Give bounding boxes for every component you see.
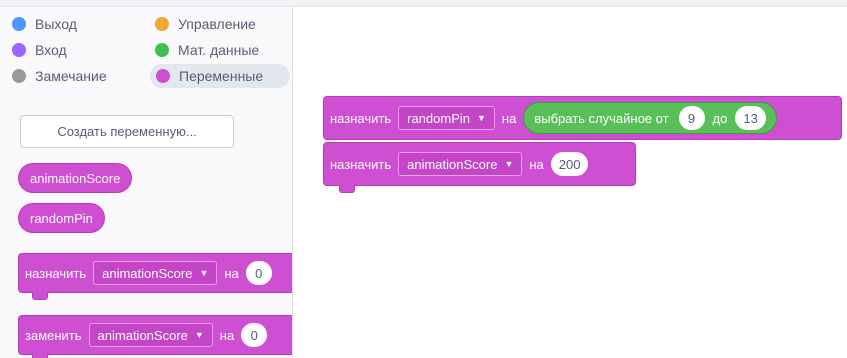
block-keyword: на (224, 265, 239, 281)
dropdown-arrow-icon: ▼ (476, 113, 486, 123)
set-variable-block[interactable]: назначить randomPin ▼ на выбрать случайн… (323, 96, 842, 140)
block-keyword: назначить (330, 110, 392, 126)
category-label: Мат. данные (178, 42, 260, 58)
variable-dropdown[interactable]: randomPin ▼ (398, 106, 495, 130)
category-dot-icon (155, 43, 169, 57)
category-dot-icon (12, 17, 26, 31)
category-label: Замечание (35, 68, 107, 84)
block-keyword: выбрать случайное от (534, 110, 669, 126)
block-keyword: назначить (25, 265, 87, 281)
set-variable-block[interactable]: назначить animationScore ▼ на 0 (18, 253, 292, 293)
value-input[interactable]: 200 (550, 152, 589, 176)
value-input[interactable]: 0 (245, 261, 272, 285)
category-dot-icon (156, 69, 170, 83)
dropdown-value: animationScore (407, 156, 498, 172)
block-keyword: на (501, 110, 517, 126)
category-label: Переменные (179, 68, 264, 84)
block-keyword: на (219, 327, 235, 343)
block-keyword: назначить (330, 156, 392, 172)
random-number-block[interactable]: выбрать случайное от 9 до 13 (523, 102, 777, 134)
random-from-input[interactable]: 9 (678, 106, 705, 130)
make-variable-button[interactable]: Создать переменную... (20, 115, 234, 148)
variable-dropdown[interactable]: animationScore ▼ (88, 323, 213, 347)
dropdown-arrow-icon: ▼ (504, 159, 514, 169)
variable-dropdown[interactable]: animationScore ▼ (398, 152, 523, 176)
change-variable-block[interactable]: заменить animationScore ▼ на 0 (18, 315, 292, 355)
category-dot-icon (12, 69, 26, 83)
dropdown-arrow-icon: ▼ (199, 268, 209, 278)
block-keyword: на (529, 156, 544, 172)
block-notch (339, 185, 355, 193)
category-label: Вход (35, 42, 67, 58)
set-variable-block[interactable]: назначить animationScore ▼ на 200 (323, 142, 636, 186)
dropdown-arrow-icon: ▼ (194, 330, 204, 340)
category-dot-icon (155, 17, 169, 31)
category-output[interactable]: Выход (12, 12, 77, 36)
workspace[interactable]: назначить randomPin ▼ на выбрать случайн… (293, 7, 847, 358)
block-notch (32, 354, 48, 358)
block-notch (32, 292, 48, 300)
block-keyword: до (712, 110, 728, 126)
category-label: Управление (178, 16, 256, 32)
category-comment[interactable]: Замечание (12, 64, 107, 88)
block-palette: Выход Управление Вход Мат. данные Замеча… (0, 7, 293, 358)
variable-reporter-animationscore[interactable]: animationScore (18, 163, 133, 193)
category-dot-icon (12, 43, 26, 57)
dropdown-value: animationScore (102, 265, 193, 281)
random-to-input[interactable]: 13 (735, 106, 766, 130)
category-input[interactable]: Вход (12, 38, 67, 62)
category-variables[interactable]: Переменные (150, 64, 290, 88)
top-border (0, 0, 847, 7)
block-keyword: заменить (25, 327, 82, 343)
variable-dropdown[interactable]: animationScore ▼ (93, 261, 218, 285)
value-input[interactable]: 0 (241, 323, 268, 347)
category-math[interactable]: Мат. данные (155, 38, 259, 62)
dropdown-value: animationScore (97, 327, 188, 343)
dropdown-value: randomPin (407, 110, 470, 126)
category-label: Выход (35, 16, 77, 32)
variable-reporter-randompin[interactable]: randomPin (18, 203, 105, 233)
category-control[interactable]: Управление (155, 12, 256, 36)
